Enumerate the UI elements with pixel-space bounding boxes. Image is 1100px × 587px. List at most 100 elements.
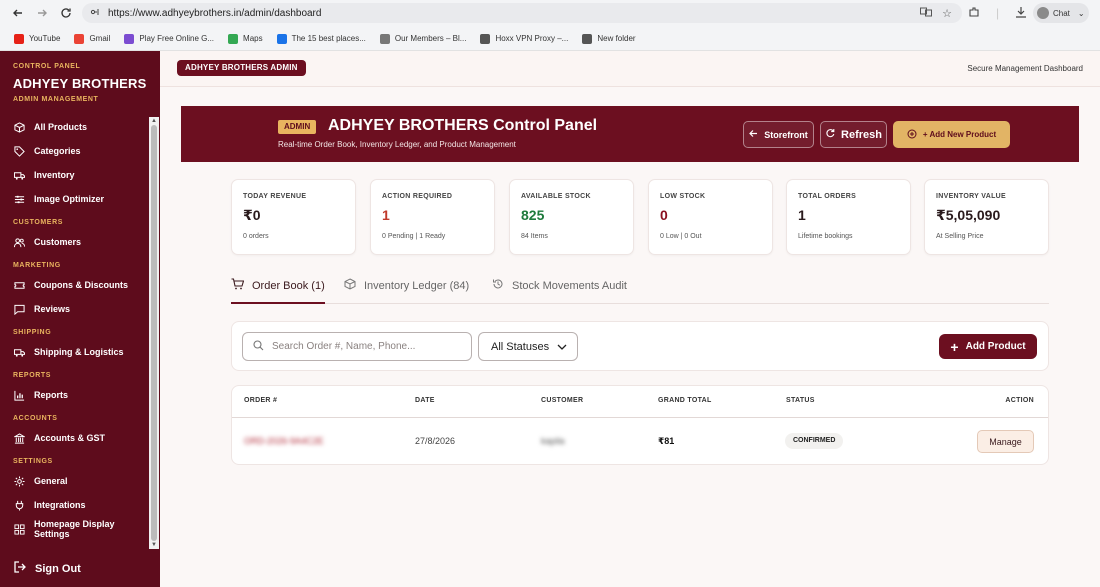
sidebar-item-label: All Products [34, 122, 88, 132]
app-header: ADHYEY BROTHERS ADMIN Secure Management … [160, 51, 1100, 87]
forward-icon[interactable] [32, 3, 52, 23]
sidebar-kicker: CONTROL PANEL [13, 63, 81, 70]
arrow-left-icon [749, 129, 758, 140]
manage-button[interactable]: Manage [977, 430, 1034, 453]
bookmark-label: YouTube [29, 34, 61, 43]
users-icon [14, 237, 25, 248]
stat-value: 825 [521, 207, 545, 223]
header-right-text: Secure Management Dashboard [967, 64, 1083, 73]
sidebar-item-coupons-discounts[interactable]: Coupons & Discounts [0, 273, 148, 297]
sidebar-section-title: REPORTS [13, 372, 52, 379]
column-header: ORDER # [244, 397, 278, 404]
add-product-label: Add Product [965, 341, 1026, 352]
sliders-icon [14, 194, 25, 205]
sidebar-item-label: Categories [34, 146, 81, 156]
sidebar-item-label: Image Optimizer [34, 194, 105, 204]
sidebar-item-all-products[interactable]: All Products [0, 115, 148, 139]
sidebar-brand[interactable]: ADHYEY BROTHERS [13, 76, 147, 91]
sidebar-item-general[interactable]: General [0, 469, 148, 493]
add-product-button[interactable]: + Add Product [939, 334, 1037, 359]
sidebar-item-label: Homepage Display Settings [34, 519, 115, 539]
sidebar-item-image-optimizer[interactable]: Image Optimizer [0, 187, 148, 211]
stat-card-available-stock: AVAILABLE STOCK 825 84 Items [509, 179, 634, 255]
scroll-up-icon[interactable]: ▲ [151, 118, 157, 124]
bookmark-item[interactable]: Hoxx VPN Proxy –... [480, 33, 568, 44]
add-new-product-button[interactable]: + Add New Product [893, 121, 1010, 148]
stat-subtext: 0 Pending | 1 Ready [382, 233, 446, 240]
search-input[interactable] [272, 341, 462, 352]
column-header: DATE [415, 397, 435, 404]
stat-label: TODAY REVENUE [243, 193, 307, 200]
sidebar-section-title: CUSTOMERS [13, 219, 63, 226]
bookmark-item[interactable]: New folder [582, 33, 636, 44]
sidebar-item-accounts-gst[interactable]: Accounts & GST [0, 426, 148, 450]
sidebar-item-reviews[interactable]: Reviews [0, 297, 148, 321]
chevron-down-icon: ⌄ [1077, 8, 1085, 18]
download-icon[interactable] [1015, 6, 1027, 21]
active-tab-indicator [231, 302, 325, 304]
bookmark-favicon-icon [74, 33, 85, 44]
bookmark-label: New folder [597, 34, 636, 43]
stat-value: ₹0 [243, 207, 261, 223]
refresh-button[interactable]: Refresh [820, 121, 887, 148]
sidebar-item-customers[interactable]: Customers [0, 230, 148, 254]
tab-stock-movements-audit[interactable]: Stock Movements Audit [492, 278, 627, 293]
site-info-icon[interactable] [90, 6, 100, 20]
tab-label: Stock Movements Audit [512, 279, 627, 292]
bookmark-label: Gmail [89, 34, 111, 43]
orders-table: ORDER # DATE CUSTOMER GRAND TOTAL STATUS… [231, 385, 1049, 465]
sidebar-item-label: Accounts & GST [34, 433, 106, 443]
sidebar-nav: All Products Categories Inventory Image Opt… [0, 115, 148, 541]
tab-order-book[interactable]: Order Book (1) [231, 278, 325, 293]
sidebar-item-shipping-logistics[interactable]: Shipping & Logistics [0, 340, 148, 364]
bookmark-label: Maps [243, 34, 263, 43]
banner-subtitle: Real-time Order Book, Inventory Ledger, … [278, 140, 516, 149]
translate-icon[interactable] [920, 7, 933, 20]
sign-out-label: Sign Out [35, 562, 81, 575]
bookmark-item[interactable]: Play Free Online G... [124, 33, 215, 44]
sidebar-item-homepage-display-settings[interactable]: Homepage Display Settings [0, 517, 148, 541]
extensions-icon[interactable] [968, 6, 980, 21]
search-icon [253, 339, 264, 354]
sidebar-item-categories[interactable]: Categories [0, 139, 148, 163]
search-box[interactable] [242, 332, 472, 361]
back-icon[interactable] [8, 3, 28, 23]
storefront-label: Storefront [764, 129, 808, 140]
bookmark-star-icon[interactable]: ☆ [942, 7, 952, 20]
tab-label: Inventory Ledger (84) [364, 279, 470, 292]
address-bar[interactable]: https://www.adhyeybrothers.in/admin/dash… [82, 3, 962, 23]
bookmark-item[interactable]: Gmail [74, 33, 111, 44]
sidebar-item-label: Reviews [34, 304, 71, 314]
sidebar-item-inventory[interactable]: Inventory [0, 163, 148, 187]
bookmark-item[interactable]: YouTube [14, 33, 61, 44]
status-badge: CONFIRMED [785, 433, 844, 449]
status-select-value: All Statuses [491, 340, 550, 353]
storefront-button[interactable]: Storefront [743, 121, 814, 148]
scrollbar-thumb[interactable] [151, 125, 157, 541]
scroll-down-icon[interactable]: ▼ [151, 542, 157, 548]
bookmark-item[interactable]: Our Members – Bl... [379, 33, 466, 44]
sign-out-button[interactable]: Sign Out [14, 561, 81, 576]
stat-subtext: At Selling Price [936, 233, 984, 240]
bookmark-item[interactable]: The 15 best places... [276, 33, 366, 44]
plug-icon [14, 500, 25, 511]
status-select[interactable]: All Statuses [478, 332, 578, 361]
stat-card-today-revenue: TODAY REVENUE ₹0 0 orders [231, 179, 356, 255]
sidebar-scrollbar[interactable]: ▲ ▼ [149, 117, 159, 549]
sidebar-item-integrations[interactable]: Integrations [0, 493, 148, 517]
stat-value: 1 [382, 207, 390, 223]
profile-chip[interactable]: Chat ⌄ [1033, 3, 1089, 23]
stat-subtext: 0 orders [243, 233, 269, 240]
bookmark-label: Play Free Online G... [139, 34, 215, 43]
bookmark-item[interactable]: Maps [228, 33, 263, 44]
reload-icon[interactable] [56, 3, 76, 23]
truck-icon [14, 347, 25, 358]
sidebar-item-reports[interactable]: Reports [0, 383, 148, 407]
tab-inventory-ledger[interactable]: Inventory Ledger (84) [344, 278, 469, 293]
sidebar-section-title: SHIPPING [13, 329, 52, 336]
tag-icon [14, 145, 25, 157]
banner-title: ADHYEY BROTHERS Control Panel [328, 117, 598, 134]
order-number[interactable]: ORD-2026-9A4C2E [244, 436, 324, 446]
gear-icon [14, 475, 25, 487]
sidebar-section-title: SETTINGS [13, 458, 53, 465]
